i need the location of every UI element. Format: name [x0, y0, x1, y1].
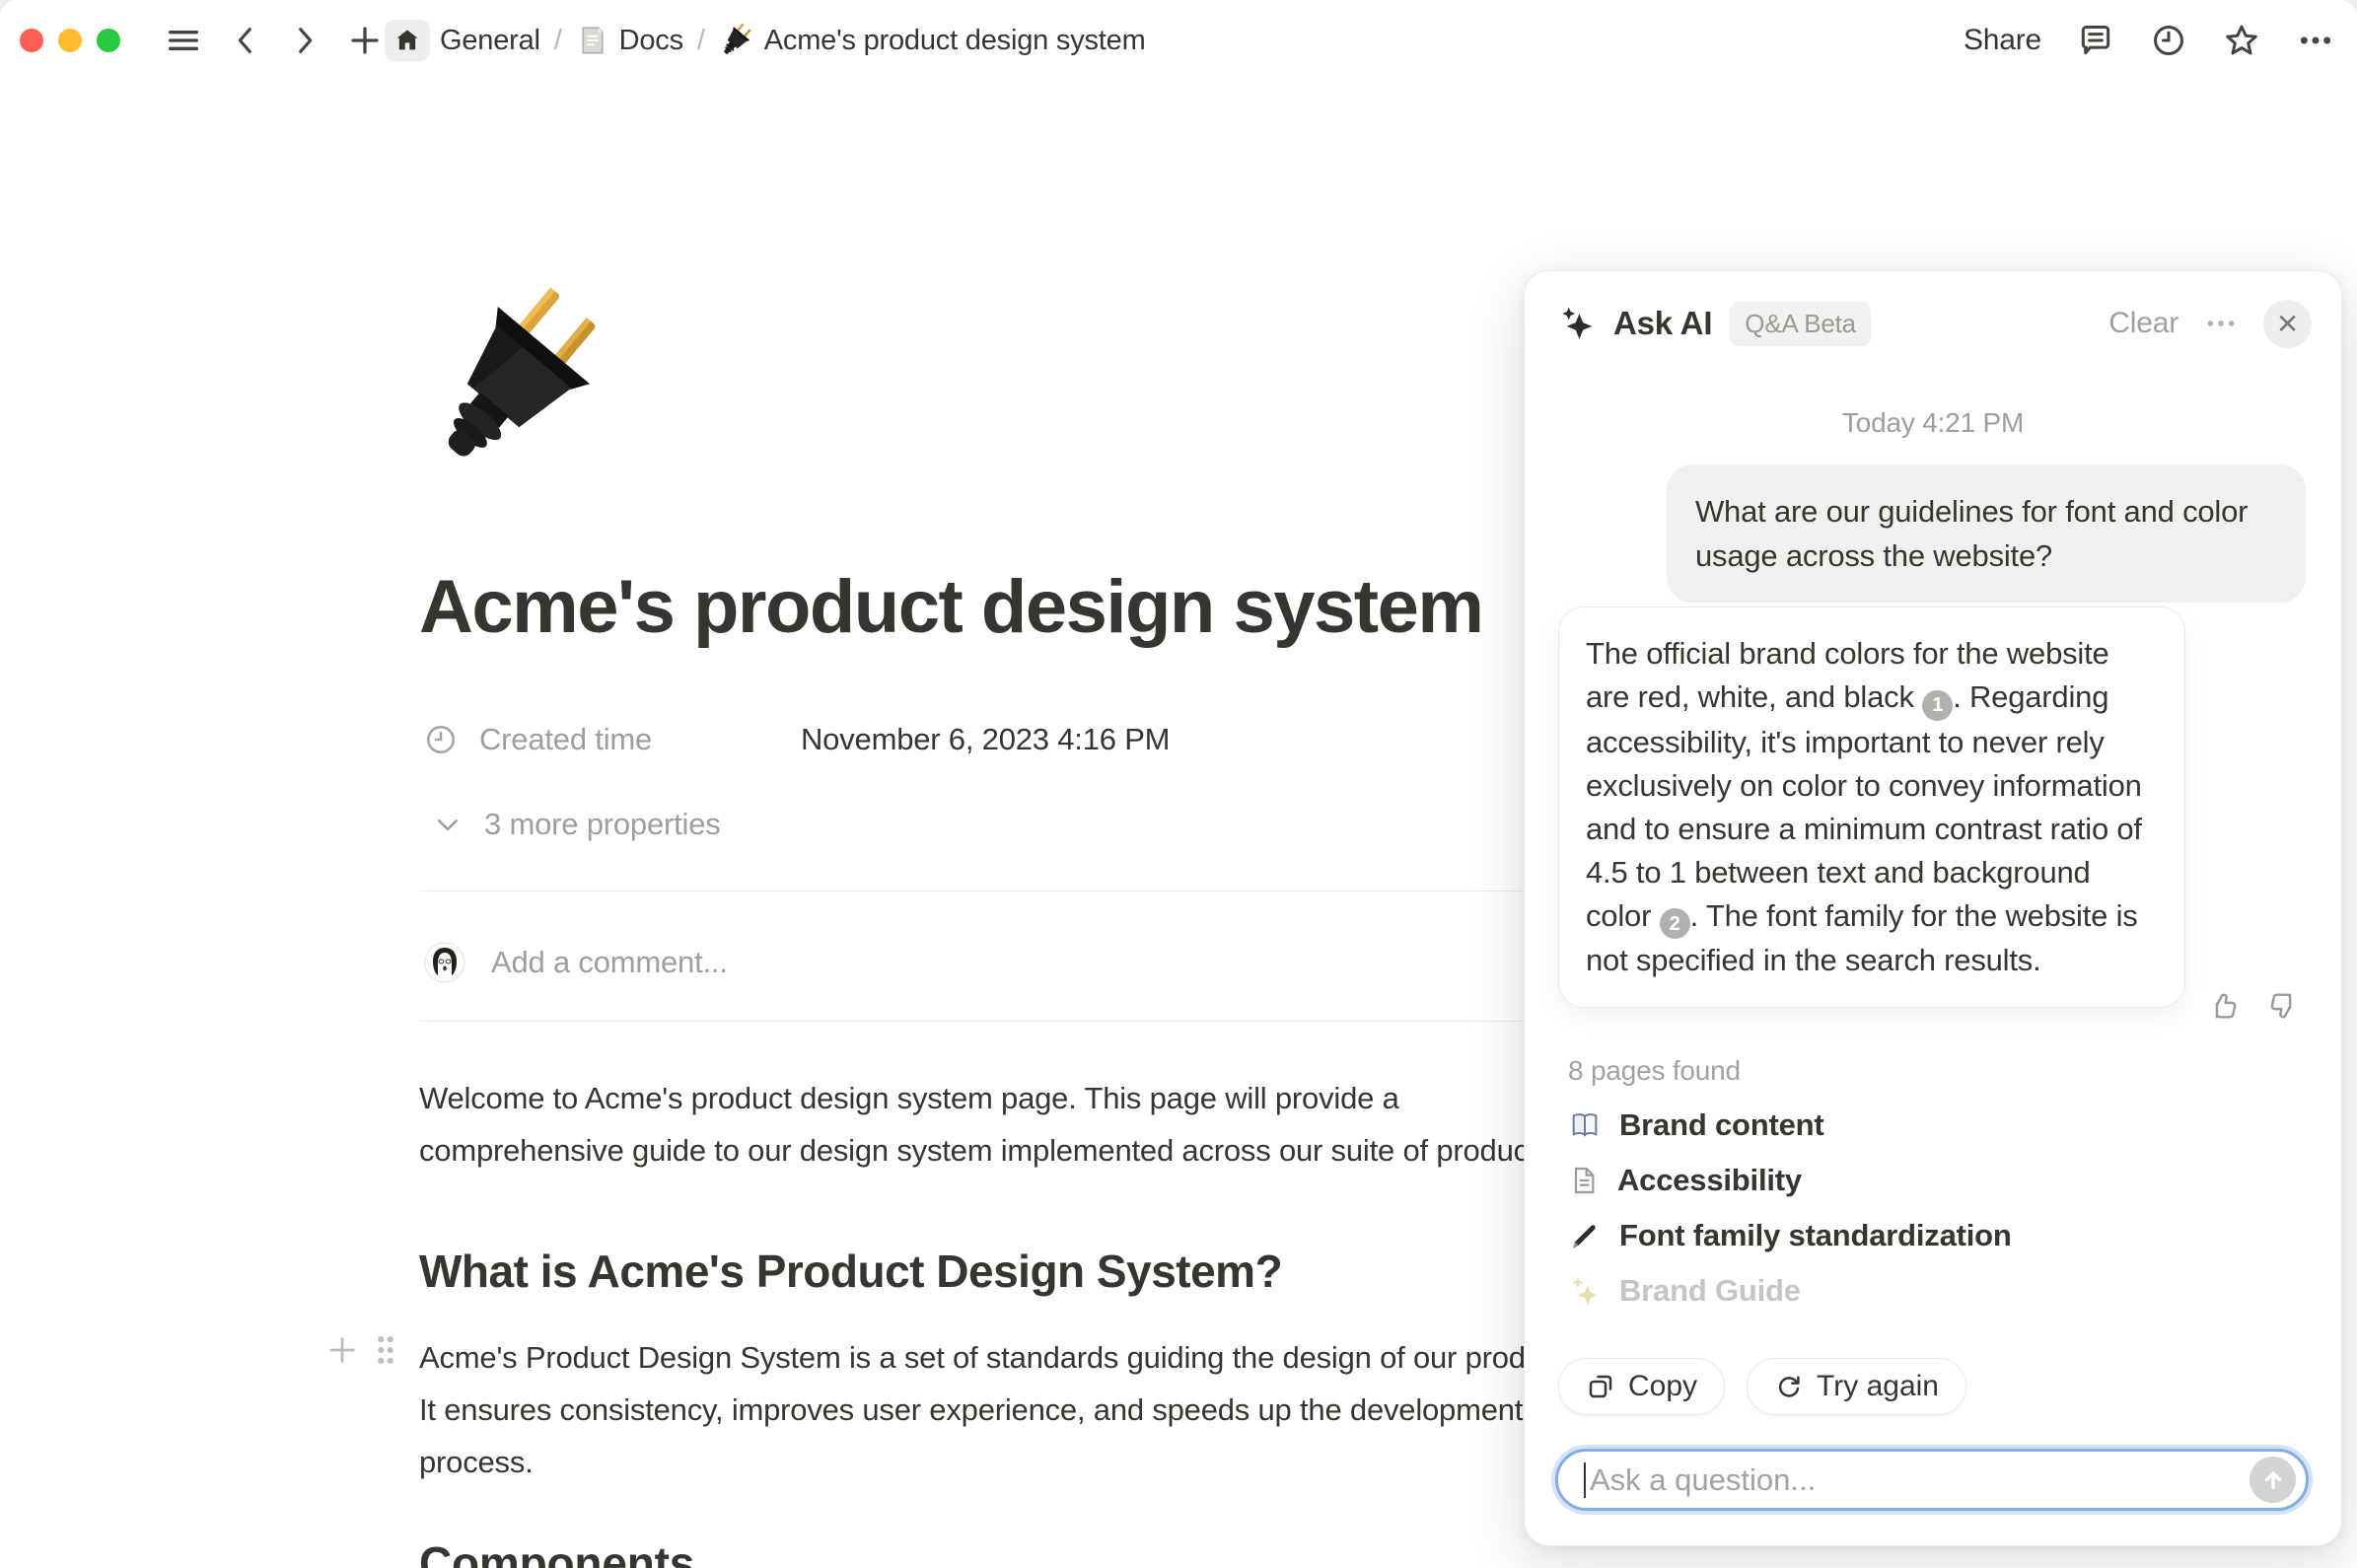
source-page-brand-content[interactable]: Brand content [1568, 1098, 2298, 1153]
breadcrumb-label: General [440, 25, 540, 57]
book-icon [1568, 1108, 1602, 1142]
add-comment-row[interactable]: Add a comment... [424, 942, 728, 983]
window-controls [20, 29, 120, 52]
ai-sparkle-icon [1558, 303, 1598, 344]
plug-page-icon [719, 23, 754, 58]
copy-button-label: Copy [1628, 1370, 1697, 1403]
source-page-accessibility[interactable]: Accessibility [1568, 1153, 2298, 1208]
history-clock-icon[interactable] [2150, 22, 2187, 59]
copy-button[interactable]: Copy [1558, 1358, 1725, 1415]
more-properties-toggle[interactable]: 3 more properties [433, 807, 721, 842]
paragraph-what-is: Acme's Product Design System is a set of… [419, 1331, 1593, 1488]
pages-found-label: 8 pages found [1568, 1055, 1741, 1087]
home-icon [385, 20, 430, 61]
property-value: November 6, 2023 4:16 PM [801, 722, 1170, 757]
add-block-icon[interactable] [325, 1333, 359, 1367]
thumbs-down-icon[interactable] [2266, 989, 2300, 1023]
more-options-icon[interactable] [2296, 21, 2335, 60]
try-again-button[interactable]: Try again [1747, 1358, 1966, 1415]
breadcrumb-separator: / [550, 25, 566, 57]
property-label: Created time [479, 722, 652, 757]
user-question-bubble: What are our guidelines for font and col… [1667, 464, 2306, 603]
ask-question-field[interactable] [1555, 1449, 2309, 1511]
breadcrumb-label: Acme's product design system [764, 25, 1146, 57]
thumbs-up-icon[interactable] [2207, 989, 2241, 1023]
minimize-window-button[interactable] [58, 29, 82, 52]
answer-text: . Regarding accessibility, it's importan… [1586, 679, 2142, 933]
comments-icon[interactable] [2077, 22, 2114, 59]
page-icon-plug[interactable] [424, 286, 611, 478]
qa-beta-badge: Q&A Beta [1730, 302, 1871, 346]
chevron-down-icon [433, 810, 463, 839]
source-page-brand-guide[interactable]: Brand Guide [1568, 1263, 2298, 1319]
source-page-label: Brand Guide [1619, 1273, 1801, 1309]
sparkles-icon [1568, 1274, 1602, 1308]
source-pages-list: Brand content Accessibility Font family … [1568, 1098, 2298, 1319]
pen-icon [1568, 1219, 1602, 1252]
window-toolbar: General / Docs / Acme's product design s… [0, 0, 2357, 81]
breadcrumb-item-current-page[interactable]: Acme's product design system [719, 23, 1146, 58]
property-created-time[interactable]: Created time November 6, 2023 4:16 PM [424, 722, 652, 757]
ask-ai-header: Ask AI Q&A Beta Clear ✕ [1558, 297, 2312, 350]
breadcrumb-separator: / [693, 25, 709, 57]
docs-page-icon [576, 24, 609, 57]
user-avatar [424, 942, 465, 983]
favorite-star-icon[interactable] [2223, 22, 2260, 59]
close-panel-icon[interactable]: ✕ [2263, 300, 2312, 348]
text-caret [1584, 1462, 1586, 1498]
notion-window: General / Docs / Acme's product design s… [0, 0, 2357, 1568]
heading-what-is: What is Acme's Product Design System? [419, 1245, 1282, 1298]
send-icon[interactable] [2250, 1457, 2296, 1503]
ask-ai-panel: Ask AI Q&A Beta Clear ✕ Today 4:21 PM Wh… [1524, 270, 2342, 1546]
drag-handle-icon[interactable] [375, 1333, 396, 1367]
intro-paragraph: Welcome to Acme's product design system … [419, 1072, 1593, 1176]
citation-1[interactable]: 1 [1922, 690, 1953, 721]
conversation-timestamp: Today 4:21 PM [1525, 407, 2341, 439]
answer-feedback [2207, 989, 2300, 1023]
more-properties-label: 3 more properties [484, 807, 721, 842]
answer-actions: Copy Try again [1558, 1358, 1966, 1415]
clock-property-icon [424, 723, 458, 756]
breadcrumb-item-docs[interactable]: Docs [576, 24, 683, 57]
clear-button[interactable]: Clear [2108, 307, 2178, 340]
share-button[interactable]: Share [1964, 24, 2041, 57]
retry-icon [1774, 1372, 1804, 1401]
page-title: Acme's product design system [419, 564, 1482, 650]
source-page-font-family[interactable]: Font family standardization [1568, 1208, 2298, 1263]
ask-ai-title: Ask AI [1613, 305, 1712, 342]
ai-answer-bubble: The official brand colors for the websit… [1558, 606, 2185, 1008]
panel-more-options-icon[interactable] [2204, 307, 2238, 340]
breadcrumb-label: Docs [619, 25, 683, 57]
breadcrumb: General / Docs / Acme's product design s… [385, 0, 1146, 81]
close-window-button[interactable] [20, 29, 43, 52]
breadcrumb-item-general[interactable]: General [385, 20, 540, 61]
back-icon[interactable] [229, 24, 262, 57]
divider [419, 1021, 1593, 1022]
try-again-button-label: Try again [1817, 1370, 1939, 1403]
citation-2[interactable]: 2 [1660, 908, 1690, 939]
block-handles [325, 1333, 396, 1367]
document-icon [1568, 1165, 1600, 1196]
source-page-label: Font family standardization [1619, 1218, 2012, 1253]
zoom-window-button[interactable] [97, 29, 120, 52]
source-page-label: Accessibility [1617, 1163, 1802, 1198]
forward-icon[interactable] [288, 24, 321, 57]
sidebar-toggle-icon[interactable] [164, 21, 203, 60]
copy-icon [1586, 1372, 1615, 1401]
source-page-label: Brand content [1619, 1107, 1824, 1143]
heading-components: Components [419, 1536, 694, 1568]
new-page-icon[interactable] [347, 23, 383, 58]
add-comment-placeholder: Add a comment... [491, 945, 728, 980]
ask-question-input[interactable] [1590, 1462, 2250, 1498]
